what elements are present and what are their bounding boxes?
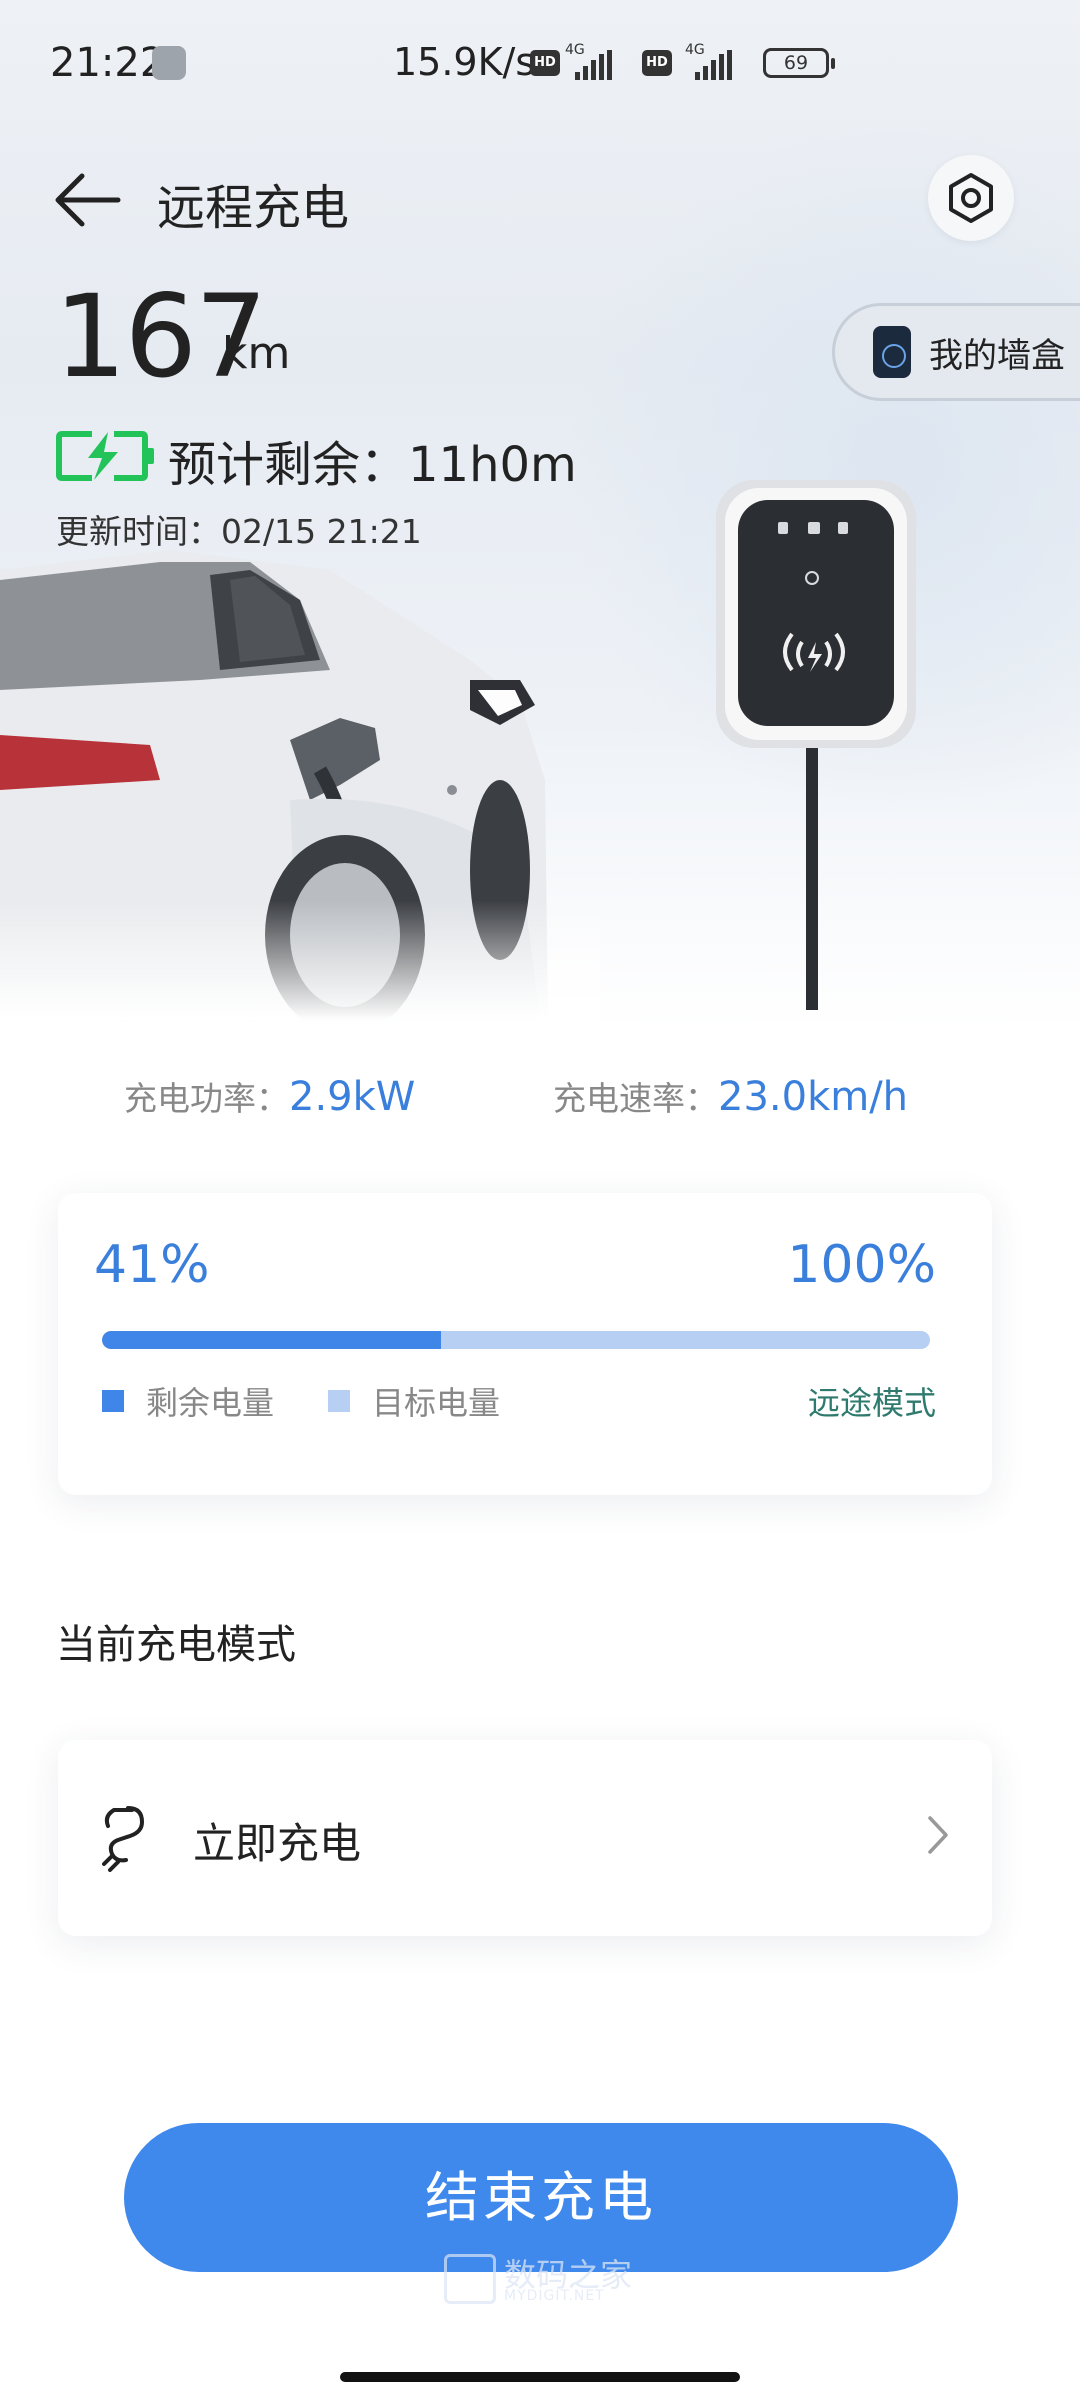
charging-mode-label: 立即充电	[193, 1819, 362, 1868]
current-soc: 41%	[94, 1235, 210, 1295]
settings-button[interactable]	[928, 155, 1014, 241]
status-bar: 21:22 15.9K/s HD 4G HD 4G 69	[0, 0, 1080, 130]
hexagon-settings-icon	[949, 173, 993, 223]
watermark: 数码之家 MYDIGIT.NET	[444, 2250, 644, 2310]
wallbox-icon	[873, 326, 911, 378]
charging-mode-section-title: 当前充电模式	[56, 1622, 296, 1668]
trip-mode-link[interactable]: 远途模式	[808, 1378, 936, 1424]
charging-plug-icon	[102, 1806, 145, 1872]
watermark-logo-icon	[444, 2254, 496, 2304]
home-indicator[interactable]	[340, 2372, 740, 2382]
range-unit: km	[222, 328, 291, 379]
charging-mode-row[interactable]: 立即充电	[58, 1740, 992, 1936]
legend-target-label: 目标电量	[372, 1384, 501, 1422]
estimated-remaining-time: 预计剩余：11h0m	[168, 437, 577, 493]
legend-target: 目标电量	[328, 1378, 500, 1424]
notification-app-icon	[152, 46, 186, 80]
last-updated-time: 更新时间：02/15 21:21	[56, 512, 422, 551]
charging-power-value: 2.9kW	[289, 1074, 416, 1120]
hd-voice-icon-2: HD	[642, 50, 672, 76]
status-time: 21:22	[50, 40, 166, 86]
my-wallbox-label: 我的墙盒	[929, 335, 1065, 376]
charging-power-stat: 充电功率：2.9kW	[124, 1072, 415, 1120]
battery-level-card: 41% 100% 剩余电量 目标电量 远途模式	[58, 1193, 992, 1495]
target-soc[interactable]: 100%	[787, 1235, 936, 1295]
watermark-subtext: MYDIGIT.NET	[504, 2288, 605, 2304]
legend-remaining-swatch	[102, 1390, 124, 1412]
charging-speed-value: 23.0km/h	[718, 1074, 909, 1120]
back-button[interactable]	[52, 168, 124, 232]
my-wallbox-button[interactable]: 我的墙盒	[832, 303, 1080, 401]
charging-speed-label: 充电速率：	[553, 1079, 718, 1118]
hd-voice-icon: HD	[530, 50, 560, 76]
charging-battery-icon	[56, 431, 154, 481]
wallbox-illustration	[716, 480, 916, 1010]
legend-remaining: 剩余电量	[102, 1378, 274, 1424]
battery-indicator: 69	[763, 48, 835, 78]
arrow-left-icon	[55, 173, 121, 227]
car-illustration	[0, 540, 600, 1020]
soc-progress-bar[interactable]	[102, 1331, 930, 1349]
soc-progress-fill	[102, 1331, 442, 1349]
legend-remaining-label: 剩余电量	[146, 1384, 275, 1422]
legend-target-swatch	[328, 1390, 350, 1412]
network-speed: 15.9K/s	[393, 40, 536, 84]
charging-speed-stat: 充电速率：23.0km/h	[553, 1072, 908, 1120]
charging-power-label: 充电功率：	[124, 1079, 289, 1118]
chevron-right-icon	[928, 1816, 948, 1854]
page-title: 远程充电	[157, 180, 350, 236]
